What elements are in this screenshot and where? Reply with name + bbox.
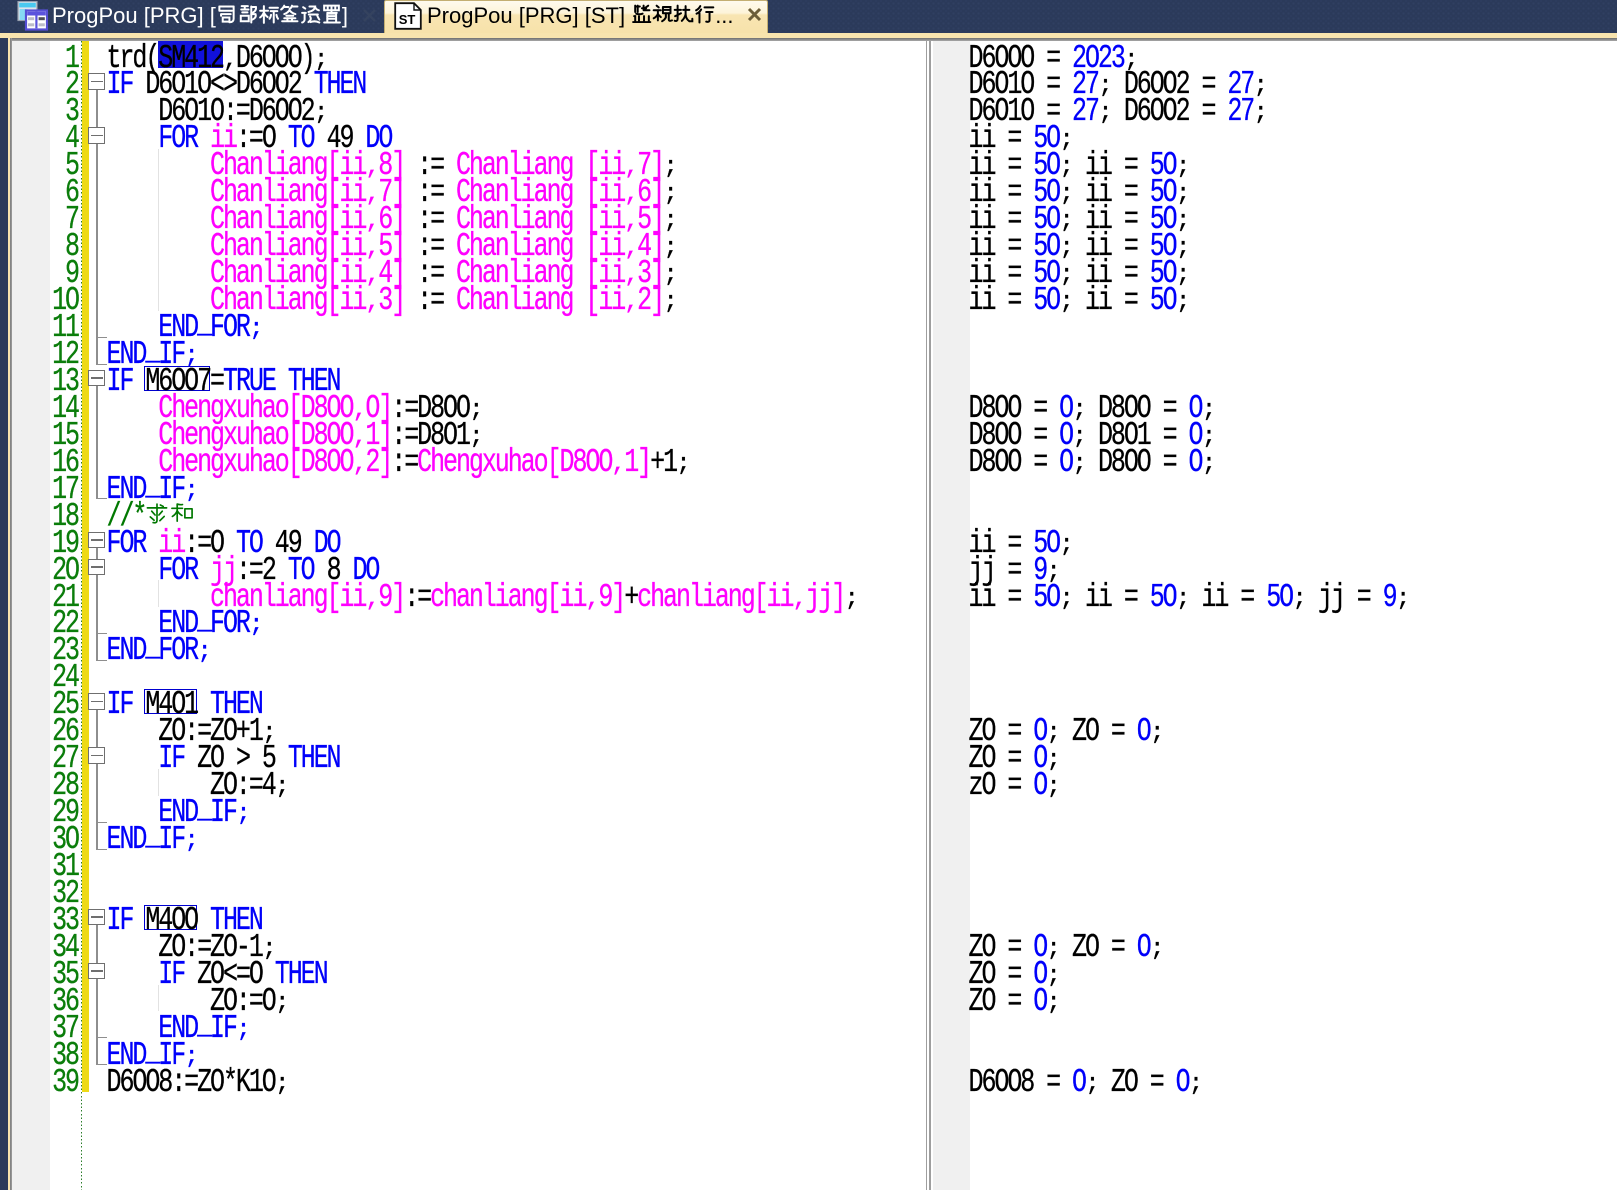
svg-text:ST: ST [399,12,416,27]
